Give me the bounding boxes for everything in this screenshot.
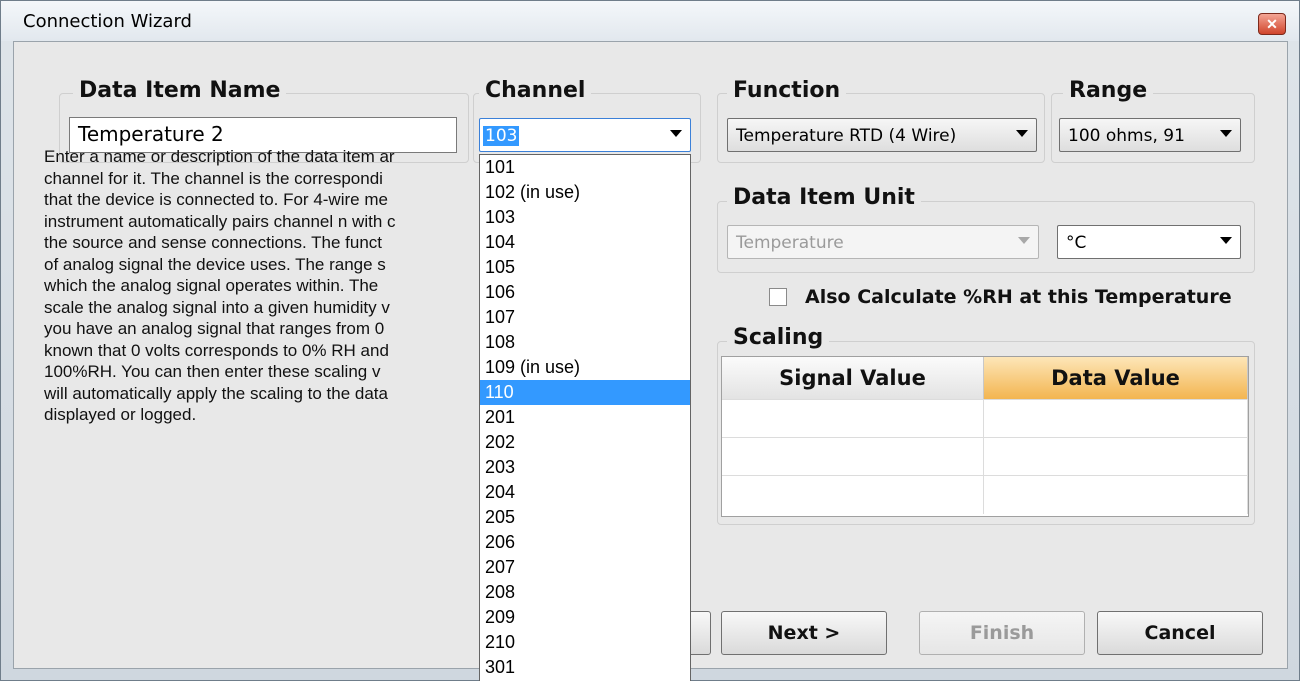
table-row[interactable] — [722, 399, 1248, 438]
description-line: instrument automatically pairs channel n… — [44, 211, 396, 231]
channel-dropdown-list[interactable]: 101 102 (in use) 103 104 105 106 107 108… — [479, 154, 691, 681]
chevron-down-icon — [670, 130, 682, 137]
signal-value-cell[interactable] — [722, 476, 984, 514]
table-row[interactable] — [722, 437, 1248, 476]
channel-option[interactable]: 104 — [480, 230, 690, 255]
description-line: channel for it. The channel is the corre… — [44, 168, 383, 188]
unit-quantity-select: Temperature — [727, 225, 1039, 259]
description-line: 100%RH. You can then enter these scaling… — [44, 362, 381, 381]
channel-selected-value: 103 — [483, 126, 520, 146]
channel-option[interactable]: 105 — [480, 255, 690, 280]
data-item-name-title: Data Item Name — [73, 78, 287, 103]
scaling-grid[interactable]: Signal Value Data Value — [721, 356, 1249, 517]
channel-option[interactable]: 209 — [480, 605, 690, 630]
channel-option[interactable]: 102 (in use) — [480, 180, 690, 205]
chevron-down-icon — [1016, 130, 1028, 137]
channel-option[interactable]: 103 — [480, 205, 690, 230]
channel-option[interactable]: 108 — [480, 330, 690, 355]
unit-value: °C — [1066, 233, 1087, 253]
range-selected-value: 100 ohms, 91 — [1068, 126, 1185, 146]
range-select[interactable]: 100 ohms, 91 — [1059, 118, 1241, 152]
signal-value-cell[interactable] — [722, 400, 984, 438]
next-button[interactable]: Next > — [721, 611, 887, 655]
data-value-cell[interactable] — [984, 400, 1248, 438]
description-line: you have an analog signal that ranges fr… — [44, 319, 385, 338]
signal-value-cell[interactable] — [722, 438, 984, 476]
channel-option[interactable]: 202 — [480, 430, 690, 455]
chevron-down-icon — [1220, 130, 1232, 137]
data-item-unit-title: Data Item Unit — [727, 185, 921, 210]
window-title: Connection Wizard — [23, 11, 192, 32]
rh-checkbox[interactable] — [769, 288, 787, 306]
description-line: which the analog signal operates within.… — [44, 276, 379, 295]
chevron-down-icon — [1220, 237, 1232, 244]
close-icon[interactable]: ✕ — [1258, 13, 1286, 35]
description-line: displayed or logged. — [44, 405, 197, 424]
scaling-title: Scaling — [727, 325, 830, 350]
channel-option[interactable]: 210 — [480, 630, 690, 655]
data-value-column-header[interactable]: Data Value — [984, 357, 1248, 399]
description-line: scale the analog signal into a given hum… — [44, 297, 390, 317]
function-select[interactable]: Temperature RTD (4 Wire) — [727, 118, 1037, 152]
description-text: Enter a name or description of the data … — [44, 146, 474, 526]
channel-option[interactable]: 207 — [480, 555, 690, 580]
description-line: Enter a name or description of the data … — [44, 147, 395, 166]
channel-option[interactable]: 204 — [480, 480, 690, 505]
connection-wizard-window: Connection Wizard ✕ Data Item Name Tempe… — [0, 0, 1300, 681]
chevron-down-icon — [1018, 237, 1030, 244]
channel-option[interactable]: 203 — [480, 455, 690, 480]
title-bar[interactable]: Connection Wizard ✕ — [1, 1, 1299, 41]
range-title: Range — [1063, 78, 1154, 103]
channel-option[interactable]: 208 — [480, 580, 690, 605]
unit-quantity-value: Temperature — [736, 233, 844, 253]
channel-option-highlighted[interactable]: 110 — [480, 380, 690, 405]
channel-title: Channel — [479, 78, 592, 103]
rh-checkbox-label[interactable]: Also Calculate %RH at this Temperature — [805, 286, 1232, 308]
signal-value-column-header[interactable]: Signal Value — [722, 357, 984, 399]
function-selected-value: Temperature RTD (4 Wire) — [736, 126, 957, 146]
unit-select[interactable]: °C — [1057, 225, 1241, 259]
description-line: of analog signal the device uses. The ra… — [44, 254, 386, 274]
channel-option[interactable]: 109 (in use) — [480, 355, 690, 380]
description-line: known that 0 volts corresponds to 0% RH … — [44, 340, 389, 360]
cancel-button[interactable]: Cancel — [1097, 611, 1263, 655]
finish-button: Finish — [919, 611, 1085, 655]
description-line: the source and sense connections. The fu… — [44, 233, 383, 252]
channel-option[interactable]: 206 — [480, 530, 690, 555]
description-line: that the device is connected to. For 4-w… — [44, 190, 388, 209]
channel-option[interactable]: 201 — [480, 405, 690, 430]
channel-option[interactable]: 301 — [480, 655, 690, 680]
table-row[interactable] — [722, 475, 1248, 514]
channel-option[interactable]: 107 — [480, 305, 690, 330]
data-value-cell[interactable] — [984, 476, 1248, 514]
description-line: will automatically apply the scaling to … — [44, 383, 388, 403]
channel-select[interactable]: 103 — [479, 118, 691, 152]
channel-option[interactable]: 205 — [480, 505, 690, 530]
channel-option[interactable]: 101 — [480, 155, 690, 180]
channel-option[interactable]: 106 — [480, 280, 690, 305]
data-value-cell[interactable] — [984, 438, 1248, 476]
function-title: Function — [727, 78, 847, 103]
